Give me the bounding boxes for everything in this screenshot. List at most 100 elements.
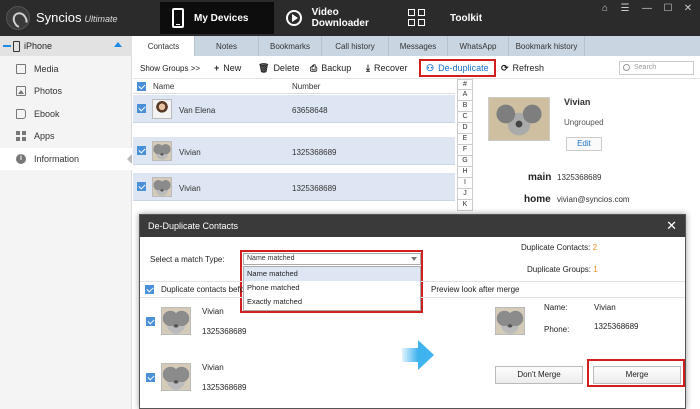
entry-name: Vivian (202, 307, 224, 316)
contact-number: 1325368689 (292, 148, 337, 157)
nav-tab-my-devices[interactable]: My Devices (160, 2, 274, 34)
search-input[interactable]: Search (619, 61, 694, 75)
refresh-button[interactable]: ⟳ Refresh (501, 60, 544, 76)
refresh-label: Refresh (512, 63, 545, 73)
alpha-letter[interactable]: F (457, 145, 473, 156)
nav-label: Toolkit (450, 12, 483, 24)
option-exactly-matched[interactable]: Exactly matched (244, 295, 420, 309)
new-button[interactable]: + New (214, 60, 241, 76)
home-value: vivian@syncios.com (557, 195, 630, 204)
alpha-letter[interactable]: E (457, 134, 473, 145)
alpha-letter[interactable]: G (457, 156, 473, 167)
edit-button[interactable]: Edit (566, 137, 602, 151)
dont-merge-button[interactable]: Don't Merge (495, 366, 583, 384)
entry-name: Vivian (202, 363, 224, 372)
home-icon[interactable]: ⌂ (598, 3, 612, 14)
backup-button[interactable]: ⎙ Backup (310, 60, 351, 76)
sidebar-item-photos[interactable]: Photos (0, 80, 132, 102)
show-groups-button[interactable]: Show Groups >> (140, 60, 200, 76)
entry-checkbox[interactable] (146, 373, 155, 382)
app-window: Syncios Ultimate My Devices Video Downloa… (0, 0, 700, 409)
tab-messages[interactable]: Messages (389, 36, 448, 56)
sidebar: iPhone Media Photos Ebook Apps i Informa… (0, 36, 132, 409)
contact-name: Van Elena (179, 106, 216, 115)
eject-icon[interactable] (114, 42, 122, 47)
preview-phone-value: 1325368689 (594, 322, 639, 331)
tab-contacts[interactable]: Contacts (133, 36, 195, 56)
apps-icon (16, 131, 26, 141)
alpha-letter[interactable]: D (457, 123, 473, 134)
sidebar-item-information[interactable]: i Information (0, 148, 132, 170)
dedup-icon: ⚇ (426, 62, 435, 73)
contact-avatar (152, 99, 172, 119)
option-phone-matched[interactable]: Phone matched (244, 281, 420, 295)
alpha-letter[interactable]: J (457, 189, 473, 200)
contact-avatar (152, 141, 172, 161)
entry-avatar (161, 363, 191, 391)
main-value: 1325368689 (557, 173, 602, 182)
entry-number: 1325368689 (202, 383, 247, 392)
sidebar-item-media[interactable]: Media (0, 58, 132, 80)
sidebar-item-ebook[interactable]: Ebook (0, 103, 132, 125)
alpha-letter[interactable]: # (457, 79, 473, 90)
tab-bookmarks[interactable]: Bookmarks (259, 36, 322, 56)
preview-name-label: Name: (544, 303, 568, 312)
alpha-letter[interactable]: A (457, 90, 473, 101)
row-checkbox[interactable] (137, 146, 146, 155)
row-checkbox[interactable] (137, 182, 146, 191)
backup-label: Backup (321, 63, 352, 73)
recover-button[interactable]: ⤓ Recover (366, 60, 408, 76)
refresh-icon: ⟳ (501, 62, 509, 73)
merge-highlight-outline (587, 359, 685, 387)
de-duplicate-button[interactable]: ⚇ De-duplicate (419, 59, 496, 77)
contact-name: Vivian (179, 184, 201, 193)
recover-icon: ⤓ (366, 62, 370, 73)
row-checkbox[interactable] (137, 104, 146, 113)
alpha-letter[interactable]: B (457, 101, 473, 112)
delete-button[interactable]: 🗑 Delete (258, 60, 299, 76)
contact-row[interactable]: Vivian 1325368689 (133, 173, 455, 201)
brand: Syncios Ultimate (36, 10, 118, 25)
sidebar-item-apps[interactable]: Apps (0, 125, 132, 147)
entry-checkbox[interactable] (146, 317, 155, 326)
nav-tab-toolkit[interactable]: Toolkit (408, 2, 508, 34)
alpha-letter[interactable]: K (457, 200, 473, 211)
alpha-letter[interactable]: H (457, 167, 473, 178)
nav-tab-video-downloader[interactable]: Video Downloader (286, 2, 396, 34)
column-number-header: Number (292, 82, 321, 91)
duplicate-contacts-stat: Duplicate Contacts: 2 (521, 243, 597, 252)
close-icon[interactable]: ✕ (681, 3, 695, 14)
contact-detail: Vivian Ungrouped Edit main 1325368689 ho… (476, 80, 700, 214)
dup-contacts-label: Duplicate Contacts: (521, 243, 591, 252)
sidebar-item-label: Photos (34, 86, 63, 96)
tab-whatsapp[interactable]: WhatsApp (448, 36, 509, 56)
toolbar: Show Groups >> + New 🗑 Delete ⎙ Backup ⤓ Rec… (133, 57, 700, 79)
sidebar-item-label: Ebook (34, 109, 60, 119)
contact-row[interactable]: Van Elena 63658648 (133, 95, 455, 123)
contact-avatar (152, 177, 172, 197)
select-all-checkbox[interactable] (137, 82, 146, 91)
minimize-icon[interactable]: — (640, 3, 654, 14)
device-name: iPhone (24, 41, 53, 51)
tab-call-history[interactable]: Call history (322, 36, 389, 56)
information-icon: i (16, 154, 26, 164)
contact-row[interactable]: Vivian 1325368689 (133, 137, 455, 165)
duplicate-all-checkbox[interactable] (145, 285, 154, 294)
dialog-titlebar: De-Duplicate Contacts ✕ (140, 215, 685, 237)
dialog-close-icon[interactable]: ✕ (666, 218, 677, 234)
alpha-letter[interactable]: C (457, 112, 473, 123)
ebook-icon (16, 109, 26, 119)
home-label: home (524, 194, 551, 205)
tab-notes[interactable]: Notes (195, 36, 259, 56)
backup-icon: ⎙ (310, 62, 318, 73)
duplicate-before-label: Duplicate contacts befo (161, 285, 245, 294)
tab-bookmark-history[interactable]: Bookmark history (509, 36, 585, 56)
maximize-icon[interactable]: ☐ (661, 3, 675, 14)
alpha-letter[interactable]: I (457, 178, 473, 189)
option-name-matched[interactable]: Name matched (244, 267, 420, 281)
nav-label: My Devices (194, 12, 249, 24)
menu-icon[interactable]: ☰ (618, 3, 632, 14)
preview-label: Preview look after merge (431, 285, 520, 294)
delete-label: Delete (273, 63, 300, 73)
device-item[interactable]: iPhone (0, 36, 132, 56)
